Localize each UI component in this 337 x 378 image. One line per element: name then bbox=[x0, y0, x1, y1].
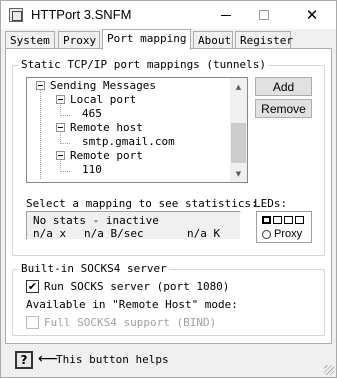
app-window: HTTPort 3.SNFM ✕ System Proxy Port mappi… bbox=[0, 0, 337, 378]
collapse-icon[interactable] bbox=[56, 95, 65, 104]
window-title: HTTPort 3.SNFM bbox=[31, 7, 132, 22]
scroll-down-icon[interactable]: ▼ bbox=[230, 165, 247, 182]
maximize-icon bbox=[259, 10, 269, 20]
maximize-button[interactable] bbox=[246, 1, 282, 29]
scroll-up-icon[interactable]: ▲ bbox=[230, 78, 247, 95]
tree-item-label: Sending Messages bbox=[50, 79, 156, 92]
tree-connector bbox=[60, 115, 70, 116]
tree-connector bbox=[60, 171, 70, 172]
leds-box: Proxy bbox=[256, 211, 312, 243]
tree-item-label: Remote port bbox=[70, 149, 143, 162]
remove-button[interactable]: Remove bbox=[255, 99, 312, 118]
tree-item-label: Remote host bbox=[70, 121, 143, 134]
stats-count: n/a x bbox=[33, 227, 67, 240]
full-socks-checkbox[interactable] bbox=[26, 316, 39, 329]
help-text: This button helps bbox=[56, 353, 169, 366]
tree-item-remote-host-value[interactable]: smtp.gmail.com bbox=[72, 135, 222, 149]
tree-item-label: 110 bbox=[82, 163, 102, 176]
full-socks-label: Full SOCKS4 support (BIND) bbox=[44, 316, 217, 329]
port-mappings-title: Static TCP/IP port mappings (tunnels) bbox=[19, 58, 269, 71]
close-button[interactable]: ✕ bbox=[294, 1, 330, 29]
leds-label: LEDs: bbox=[254, 197, 288, 210]
led-2 bbox=[273, 216, 282, 224]
tree-item-label: Local port bbox=[70, 93, 137, 106]
title-bar[interactable]: HTTPort 3.SNFM ✕ bbox=[1, 1, 336, 29]
check-icon: ✔ bbox=[27, 280, 38, 293]
tree-scrollbar[interactable]: ▲ ▼ bbox=[230, 78, 247, 182]
tab-port-mapping[interactable]: Port mapping bbox=[102, 29, 191, 50]
tree-item-remote-port-value[interactable]: 110 bbox=[72, 163, 172, 177]
minimize-icon bbox=[221, 14, 231, 16]
tree-connector bbox=[60, 143, 70, 144]
help-button[interactable]: ? bbox=[15, 351, 33, 369]
scroll-thumb[interactable] bbox=[231, 123, 246, 163]
led-1 bbox=[262, 216, 271, 224]
led-3 bbox=[284, 216, 293, 224]
stats-status: No stats - inactive bbox=[33, 214, 159, 227]
minimize-button[interactable] bbox=[208, 1, 244, 29]
tree-item-label: smtp.gmail.com bbox=[82, 135, 175, 148]
led-4 bbox=[295, 216, 304, 224]
run-socks-checkbox[interactable]: ✔ bbox=[26, 280, 39, 293]
resize-grip[interactable] bbox=[324, 365, 334, 375]
stats-prompt: Select a mapping to see statistics: bbox=[26, 197, 258, 210]
tab-register[interactable]: Register bbox=[235, 31, 293, 49]
proxy-radio-label: Proxy bbox=[274, 228, 303, 240]
tab-about[interactable]: About bbox=[193, 31, 233, 49]
stats-rate: n/a B/sec bbox=[84, 227, 144, 240]
tree-item-remote-host[interactable]: Remote host bbox=[56, 121, 216, 135]
socks-title: Built-in SOCKS4 server bbox=[19, 262, 169, 275]
tree-item-label: 465 bbox=[82, 107, 102, 120]
tree-item-remote-port[interactable]: Remote port bbox=[56, 149, 216, 163]
close-icon: ✕ bbox=[305, 6, 319, 24]
mappings-tree[interactable]: Sending Messages Local port 465 Remote h… bbox=[26, 77, 248, 183]
collapse-icon[interactable] bbox=[36, 81, 45, 90]
available-text: Available in "Remote Host" mode: bbox=[26, 298, 238, 311]
add-button[interactable]: Add bbox=[255, 77, 312, 96]
proxy-radio[interactable] bbox=[262, 230, 271, 239]
collapse-icon[interactable] bbox=[56, 151, 65, 160]
tab-proxy[interactable]: Proxy bbox=[58, 31, 100, 49]
collapse-icon[interactable] bbox=[56, 123, 65, 132]
tree-item-local-port[interactable]: Local port bbox=[56, 93, 216, 107]
tab-system[interactable]: System bbox=[5, 31, 55, 49]
tree-item-sending-messages[interactable]: Sending Messages bbox=[36, 79, 226, 93]
tree-connector bbox=[40, 89, 41, 179]
app-icon bbox=[9, 8, 23, 22]
run-socks-label: Run SOCKS server (port 1080) bbox=[44, 280, 230, 293]
tree-item-local-port-value[interactable]: 465 bbox=[72, 107, 172, 121]
stats-box: No stats - inactive n/a x n/a B/sec n/a … bbox=[26, 211, 241, 240]
stats-volume: n/a K bbox=[187, 227, 221, 240]
port-mapping-panel: Static TCP/IP port mappings (tunnels) Se… bbox=[5, 48, 332, 344]
